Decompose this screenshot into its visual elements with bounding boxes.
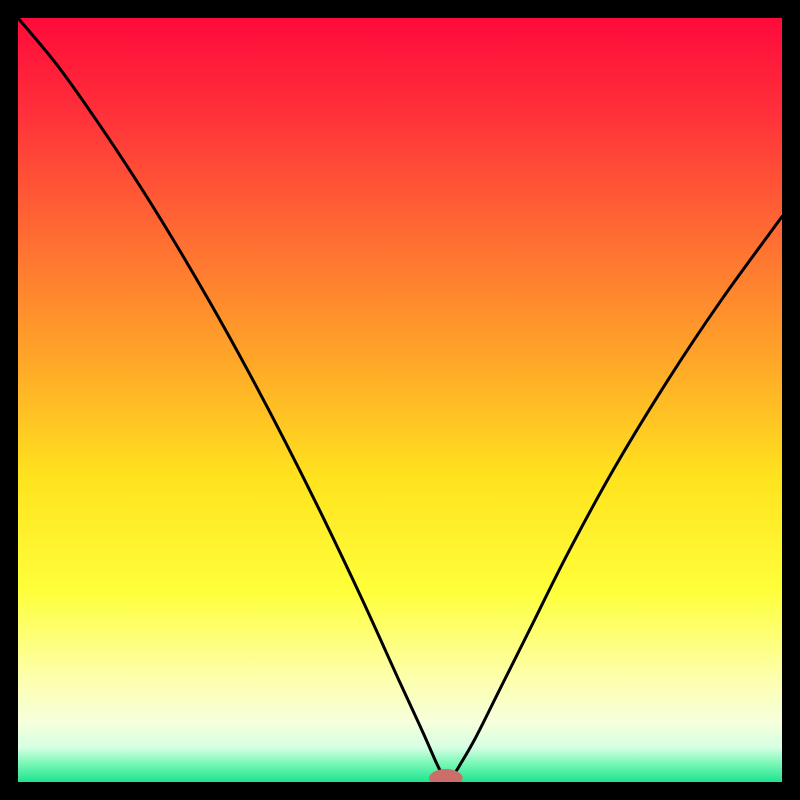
gradient-background — [18, 18, 782, 782]
bottleneck-chart — [18, 18, 782, 782]
chart-frame: TheBottleneck.com — [18, 18, 782, 782]
